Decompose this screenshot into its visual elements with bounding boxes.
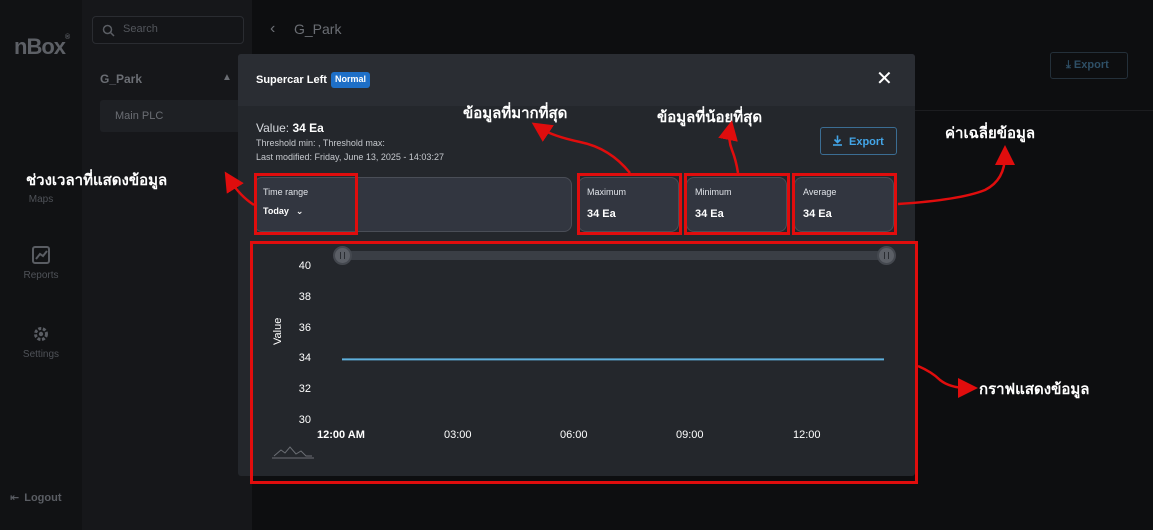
annotation-arrows (224, 120, 1015, 398)
arrow-time-range (224, 171, 255, 207)
arrow-maximum (531, 122, 631, 174)
arrow-chart (917, 364, 978, 398)
arrow-average (897, 145, 1015, 206)
arrow-minimum (718, 120, 740, 174)
